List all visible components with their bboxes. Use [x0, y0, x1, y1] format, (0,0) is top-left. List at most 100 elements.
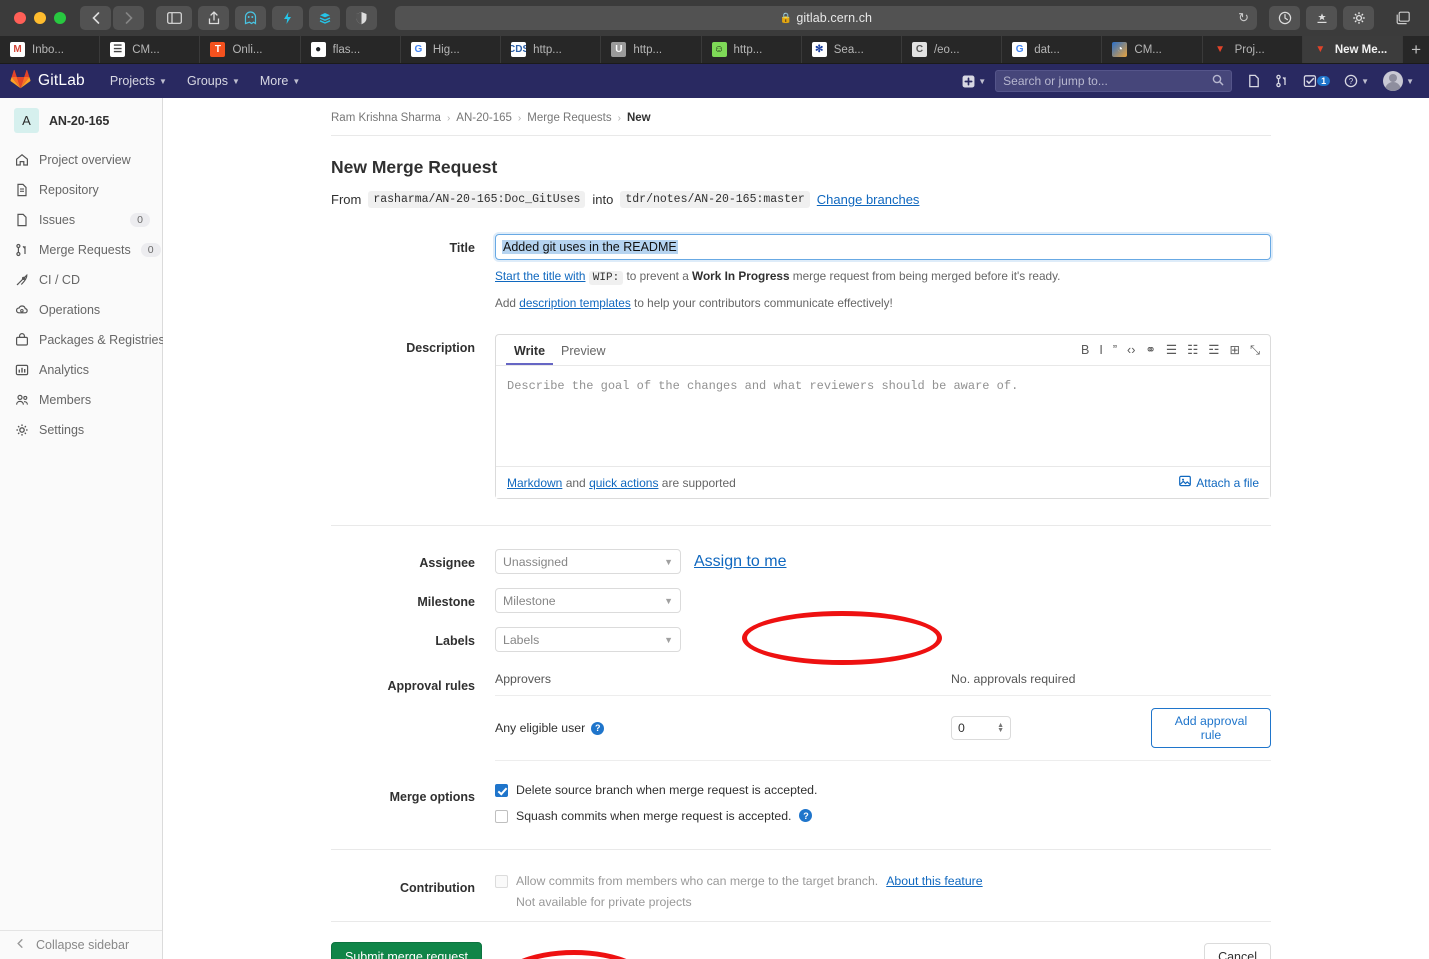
quick-actions-link[interactable]: quick actions — [589, 476, 658, 490]
browser-tab[interactable]: G Hig... — [401, 36, 502, 63]
numbered-list-icon[interactable]: ☷ — [1187, 344, 1198, 357]
help-circle-icon[interactable]: ? — [591, 721, 605, 735]
lightning-extension-icon[interactable] — [272, 6, 303, 30]
sidebar-item-ci-cd[interactable]: CI / CD — [0, 265, 162, 295]
sidebar-item-members[interactable]: Members — [0, 385, 162, 415]
sidebar-project-header[interactable]: A AN-20-165 — [0, 98, 162, 145]
sidebar-item-analytics[interactable]: Analytics — [0, 355, 162, 385]
task-list-icon[interactable]: ☲ — [1208, 344, 1219, 357]
browser-tab[interactable]: M Inbo... — [0, 36, 101, 63]
assignee-select[interactable]: Unassigned ▼ — [495, 549, 681, 575]
ghost-extension-icon[interactable] — [235, 6, 266, 30]
browser-tab[interactable]: Gdat... — [1002, 36, 1103, 63]
attach-file-button[interactable]: Attach a file — [1179, 475, 1259, 490]
search-input[interactable]: Search or jump to... — [995, 70, 1233, 92]
nav-projects[interactable]: Projects ▼ — [101, 69, 176, 93]
code-icon[interactable]: ‹› — [1127, 344, 1135, 357]
tab-write[interactable]: Write — [506, 341, 553, 365]
title-input[interactable]: Added git uses in the README — [495, 234, 1271, 260]
back-button[interactable] — [80, 6, 111, 30]
help-circle-icon[interactable]: ? — [799, 809, 813, 823]
merge-request-icon[interactable] — [1270, 70, 1294, 92]
about-this-feature-link[interactable]: About this feature — [886, 874, 982, 888]
assign-to-me-link[interactable]: Assign to me — [694, 553, 786, 571]
sidebar-item-packages-registries[interactable]: Packages & Registries — [0, 325, 165, 355]
tab-overview-icon[interactable] — [1388, 6, 1419, 30]
browser-tab[interactable]: ☺ http... — [702, 36, 802, 63]
fullscreen-icon[interactable]: ⤡ — [1250, 344, 1260, 357]
cancel-button[interactable]: Cancel — [1204, 943, 1271, 959]
nav-groups[interactable]: Groups ▼ — [178, 69, 249, 93]
todos-button[interactable]: 1 — [1298, 70, 1335, 92]
delete-source-branch-label: Delete source branch when merge request … — [516, 783, 818, 798]
squash-commits-checkbox[interactable] — [495, 810, 508, 824]
breadcrumb-item[interactable]: Ram Krishna Sharma — [331, 112, 441, 124]
number-spinner[interactable]: ▲ ▼ — [997, 722, 1004, 734]
help-circle-icon[interactable]: ? ▼ — [1339, 70, 1374, 92]
description-footer: Markdown and quick actions are supported… — [496, 466, 1270, 499]
browser-tab[interactable]: ● flas... — [301, 36, 401, 63]
submit-merge-request-button[interactable]: Submit merge request — [331, 942, 482, 959]
sidebar-toggle-icon[interactable] — [156, 6, 192, 30]
browser-tab[interactable]: C/eo... — [902, 36, 1003, 63]
shield-extension-icon[interactable] — [346, 6, 377, 30]
change-branches-link[interactable]: Change branches — [817, 192, 920, 207]
description-textarea[interactable]: Describe the goal of the changes and wha… — [496, 366, 1270, 466]
reload-icon[interactable]: ↻ — [1238, 10, 1249, 26]
bold-icon[interactable]: B — [1081, 344, 1089, 357]
browser-tab[interactable]: ◔ CM... — [1102, 36, 1203, 63]
browser-tab[interactable]: CDS http... — [501, 36, 602, 63]
new-tab-button[interactable]: + — [1403, 36, 1429, 63]
markdown-link[interactable]: Markdown — [507, 476, 562, 490]
sidebar-item-operations[interactable]: Operations — [0, 295, 162, 325]
new-item-button[interactable]: ▼ — [957, 71, 991, 92]
add-approval-rule-button[interactable]: Add approval rule — [1151, 708, 1271, 749]
sidebar-item-merge-requests[interactable]: Merge Requests 0 — [0, 235, 162, 265]
browser-tab[interactable]: ☰ CM... — [100, 36, 201, 63]
milestone-select[interactable]: Milestone ▼ — [495, 588, 681, 614]
approvals-required-input[interactable]: 0 ▲ ▼ — [951, 716, 1011, 741]
sidebar-item-project-overview[interactable]: Project overview — [0, 145, 162, 175]
gear-extension-icon[interactable] — [1343, 6, 1374, 30]
delete-source-branch-option[interactable]: Delete source branch when merge request … — [495, 783, 1271, 798]
breadcrumb-item[interactable]: Merge Requests — [527, 112, 611, 124]
tab-preview[interactable]: Preview — [553, 341, 613, 365]
squash-commits-label: Squash commits when merge request is acc… — [516, 809, 792, 824]
browser-tab[interactable]: ▼ New Me... — [1302, 36, 1404, 63]
browser-tab[interactable]: ▼ Proj... — [1203, 36, 1303, 63]
spinner-down-icon[interactable]: ▼ — [997, 727, 1004, 734]
star-download-icon[interactable] — [1306, 6, 1337, 30]
link-icon[interactable]: ⚭ — [1145, 344, 1155, 357]
forward-button[interactable] — [113, 6, 144, 30]
issues-icon[interactable] — [1242, 70, 1266, 92]
labels-select[interactable]: Labels ▼ — [495, 627, 681, 653]
breadcrumb-item[interactable]: AN-20-165 — [456, 112, 512, 124]
share-icon[interactable] — [198, 6, 229, 30]
delete-source-branch-checkbox[interactable] — [495, 784, 508, 798]
table-icon[interactable]: ⊞ — [1230, 344, 1240, 357]
squash-commits-option[interactable]: Squash commits when merge request is acc… — [495, 809, 1271, 824]
stack-extension-icon[interactable] — [309, 6, 340, 30]
browser-tab[interactable]: T Onli... — [200, 36, 301, 63]
user-avatar-menu[interactable]: ▼ — [1378, 67, 1419, 95]
description-templates-link[interactable]: description templates — [519, 296, 630, 310]
browser-tab[interactable]: ✻ Sea... — [802, 36, 902, 63]
gitlab-home-link[interactable]: GitLab — [10, 69, 99, 94]
history-icon[interactable] — [1269, 6, 1300, 30]
wip-hint-link[interactable]: Start the title with — [495, 269, 585, 283]
milestone-row: Milestone Milestone ▼ — [331, 588, 1271, 614]
address-bar[interactable]: 🔒 gitlab.cern.ch ↻ — [395, 6, 1257, 30]
minimize-window-button[interactable] — [34, 12, 46, 24]
browser-tab[interactable]: Uhttp... — [601, 36, 702, 63]
sidebar-item-issues[interactable]: Issues 0 — [0, 205, 162, 235]
chart-icon — [14, 363, 29, 377]
maximize-window-button[interactable] — [54, 12, 66, 24]
bulleted-list-icon[interactable]: ☰ — [1166, 344, 1177, 357]
sidebar-item-repository[interactable]: Repository — [0, 175, 162, 205]
quote-icon[interactable]: ” — [1113, 344, 1117, 357]
close-window-button[interactable] — [14, 12, 26, 24]
nav-more[interactable]: More ▼ — [251, 69, 309, 93]
sidebar-item-settings[interactable]: Settings — [0, 415, 162, 445]
italic-icon[interactable]: I — [1099, 344, 1102, 357]
collapse-sidebar-button[interactable]: Collapse sidebar — [0, 930, 162, 959]
